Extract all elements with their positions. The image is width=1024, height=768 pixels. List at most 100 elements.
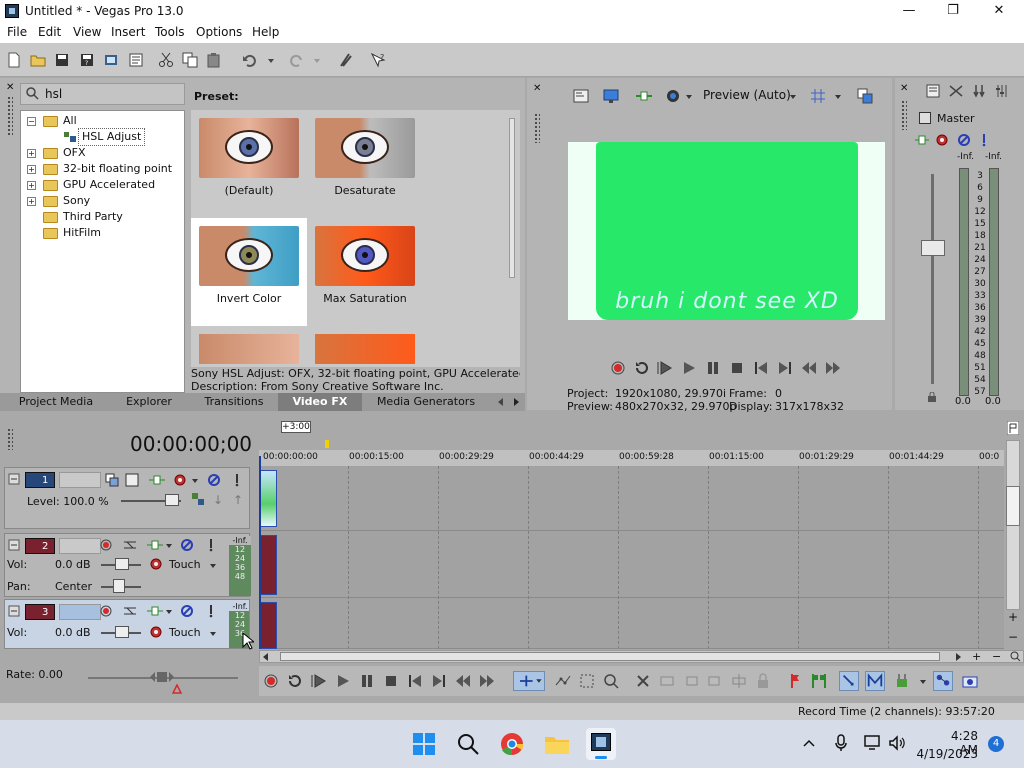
tree-item-ofx[interactable]: + OFX xyxy=(21,145,184,161)
quality-dropdown-icon[interactable] xyxy=(788,88,798,104)
automation-mode[interactable]: Touch xyxy=(169,558,201,571)
tab-transitions[interactable]: Transitions xyxy=(193,393,275,411)
paste-icon[interactable] xyxy=(206,52,222,68)
menu-file[interactable]: File xyxy=(7,25,27,39)
network-icon[interactable] xyxy=(864,734,882,752)
audio-track-header-2[interactable]: 2 Vol: 0.0 dB Touch Pan: Center -Inf. 12… xyxy=(4,533,251,597)
level-slider-handle[interactable] xyxy=(165,494,179,506)
track-solo-icon[interactable] xyxy=(207,538,215,552)
arm-record-icon[interactable] xyxy=(99,538,113,552)
minimize-button[interactable]: — xyxy=(886,0,932,23)
rate-slider-handle[interactable] xyxy=(150,671,174,683)
preview-close-icon[interactable]: ✕ xyxy=(533,83,541,94)
bus-gear-icon[interactable] xyxy=(935,133,949,147)
timeline-flag-icon[interactable] xyxy=(1007,421,1019,435)
cut-icon[interactable] xyxy=(158,52,174,68)
save-icon[interactable] xyxy=(54,52,70,68)
automation-mode[interactable]: Touch xyxy=(169,626,201,639)
redo-icon[interactable] xyxy=(288,52,304,68)
record-icon[interactable] xyxy=(610,360,626,376)
track-name-field[interactable] xyxy=(59,538,101,554)
horizontal-scroll-thumb[interactable] xyxy=(280,652,940,661)
whats-this-help-icon[interactable]: ? xyxy=(370,52,386,68)
preset-scrollbar[interactable] xyxy=(509,118,515,278)
open-folder-icon[interactable] xyxy=(30,52,46,68)
volume-slider-handle[interactable] xyxy=(115,626,129,638)
automation-mode-icon[interactable] xyxy=(149,625,163,639)
vertical-scroll-thumb[interactable] xyxy=(1006,486,1020,526)
scroll-left-icon[interactable] xyxy=(262,652,270,662)
ignore-event-grouping-icon[interactable] xyxy=(961,673,979,689)
tree-item-hitfilm[interactable]: HitFilm xyxy=(21,225,184,241)
search-icon[interactable] xyxy=(456,732,480,756)
tree-item-32bit[interactable]: + 32-bit floating point xyxy=(21,161,184,177)
volume-slider-handle[interactable] xyxy=(115,558,129,570)
tree-item-third-party[interactable]: Third Party xyxy=(21,209,184,225)
pause-icon[interactable] xyxy=(705,360,721,376)
next-frame-icon[interactable] xyxy=(479,673,495,689)
chrome-icon[interactable] xyxy=(500,732,524,756)
bus-solo-icon[interactable] xyxy=(979,133,989,147)
taskbar-clock-date[interactable]: 4/19/2023 xyxy=(916,747,978,761)
tree-item-hsl-adjust[interactable]: HSL Adjust xyxy=(21,128,184,146)
go-to-start-icon[interactable] xyxy=(407,673,423,689)
track-minimize-icon[interactable] xyxy=(8,604,20,618)
preview-properties-icon[interactable] xyxy=(573,88,589,104)
mode-dropdown-icon[interactable] xyxy=(209,560,217,570)
tab-scroll-right-icon[interactable] xyxy=(510,395,522,409)
tab-video-fx[interactable]: Video FX xyxy=(278,393,362,411)
preset-thumbnail-partial[interactable] xyxy=(199,334,299,364)
dim-output-icon[interactable] xyxy=(972,84,986,98)
insert-marker-icon[interactable] xyxy=(787,673,803,689)
copy-icon[interactable] xyxy=(182,52,198,68)
time-marker-label[interactable]: +3:00 xyxy=(281,421,311,433)
track-motion-icon[interactable] xyxy=(149,474,165,486)
external-monitor-icon[interactable] xyxy=(603,88,619,104)
zoom-edit-tool-icon[interactable] xyxy=(603,673,619,689)
downmix-icon[interactable] xyxy=(949,84,963,98)
split-dropdown-icon[interactable] xyxy=(684,88,694,104)
pause-icon[interactable] xyxy=(359,673,375,689)
split-icon[interactable] xyxy=(731,673,747,689)
automation-settings-icon[interactable] xyxy=(123,605,137,617)
zoom-out-horizontal-icon[interactable]: − xyxy=(992,650,1001,663)
lock-envelopes-button[interactable] xyxy=(933,671,953,691)
previous-frame-icon[interactable] xyxy=(455,673,471,689)
save-as-icon[interactable]: ? xyxy=(79,52,95,68)
bus-fx-icon[interactable] xyxy=(915,134,929,146)
track-fx-gear-icon[interactable] xyxy=(173,473,187,487)
master-mixer-icon[interactable] xyxy=(995,84,1009,98)
loop-playback-icon[interactable] xyxy=(287,673,303,689)
tree-item-gpu[interactable]: + GPU Accelerated xyxy=(21,177,184,193)
automation-settings-icon[interactable] xyxy=(123,539,137,551)
tab-project-media[interactable]: Project Media xyxy=(8,393,104,411)
tab-scroll-left-icon[interactable] xyxy=(495,395,507,409)
go-to-end-icon[interactable] xyxy=(431,673,447,689)
expand-icon[interactable]: + xyxy=(27,197,36,206)
stop-icon[interactable] xyxy=(383,673,399,689)
render-as-icon[interactable] xyxy=(103,52,119,68)
auto-crossfade-button[interactable] xyxy=(865,671,885,691)
track-fx-icon[interactable] xyxy=(147,605,163,617)
menu-insert[interactable]: Insert xyxy=(111,25,145,39)
collapse-icon[interactable]: − xyxy=(27,117,36,126)
track-minimize-icon[interactable] xyxy=(8,538,20,552)
preview-grip[interactable] xyxy=(534,113,540,143)
automation-mode-icon[interactable] xyxy=(149,557,163,571)
stop-icon[interactable] xyxy=(729,360,745,376)
track-fx-icon[interactable] xyxy=(147,539,163,551)
go-to-end-icon[interactable] xyxy=(777,360,793,376)
bus-mute-icon[interactable] xyxy=(957,133,971,147)
fx-dropdown-icon[interactable] xyxy=(165,540,173,550)
undo-icon[interactable] xyxy=(242,52,258,68)
lock-events-icon[interactable] xyxy=(755,673,771,689)
audio-event-clip[interactable] xyxy=(260,602,277,649)
master-fader-handle[interactable] xyxy=(921,240,945,256)
trim-icon[interactable] xyxy=(659,673,675,689)
track-mute-icon[interactable] xyxy=(180,538,194,552)
search-input[interactable]: hsl xyxy=(45,87,62,101)
pan-slider-handle[interactable] xyxy=(113,579,125,593)
track-mute-icon[interactable] xyxy=(180,604,194,618)
play-from-start-icon[interactable] xyxy=(657,360,673,376)
properties-icon[interactable] xyxy=(128,52,144,68)
